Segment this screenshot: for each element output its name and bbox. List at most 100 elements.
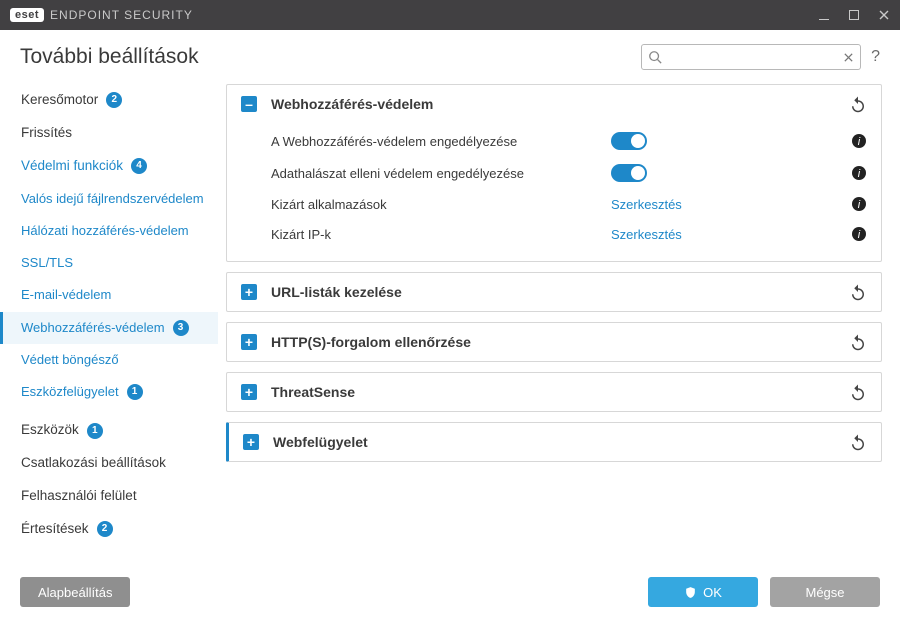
- toggle-switch[interactable]: [611, 164, 647, 182]
- sidebar-item-protections[interactable]: Védelmi funkciók 4: [0, 150, 218, 183]
- info-icon[interactable]: i: [851, 165, 867, 181]
- revert-icon[interactable]: [849, 283, 867, 301]
- count-badge: 1: [127, 384, 143, 400]
- info-icon[interactable]: i: [851, 226, 867, 242]
- close-button[interactable]: [878, 9, 890, 21]
- count-badge: 4: [131, 158, 147, 174]
- count-badge: 3: [173, 320, 189, 336]
- panel-web-access-protection: – Webhozzáférés-védelem A Webhozzáférés-…: [226, 84, 882, 262]
- sidebar-item-label: Értesítések: [21, 521, 89, 538]
- toggle-switch[interactable]: [611, 132, 647, 150]
- sidebar-item-label: Eszközök: [21, 422, 79, 439]
- cancel-button[interactable]: Mégse: [770, 577, 880, 607]
- search-clear-icon[interactable]: [843, 52, 854, 63]
- main-content: – Webhozzáférés-védelem A Webhozzáférés-…: [218, 80, 900, 556]
- sidebar-item-label: Keresőmotor: [21, 92, 98, 109]
- setting-row-excluded-ips: Kizárt IP-k Szerkesztés i: [271, 219, 867, 249]
- sidebar-item-label: E-mail-védelem: [21, 287, 111, 303]
- search-icon: [648, 50, 662, 64]
- sidebar-item-label: Felhasználói felület: [21, 488, 137, 505]
- minimize-button[interactable]: [818, 9, 830, 21]
- revert-icon[interactable]: [849, 95, 867, 113]
- sidebar-item-user-interface[interactable]: Felhasználói felület: [0, 480, 218, 513]
- setting-label: Kizárt IP-k: [271, 227, 611, 242]
- button-label: Mégse: [805, 585, 844, 600]
- sidebar-item-ssl-tls[interactable]: SSL/TLS: [0, 247, 218, 279]
- expand-icon[interactable]: +: [241, 384, 257, 400]
- sidebar-item-connection-settings[interactable]: Csatlakozási beállítások: [0, 447, 218, 480]
- setting-label: A Webhozzáférés-védelem engedélyezése: [271, 134, 611, 149]
- panel-body: A Webhozzáférés-védelem engedélyezése i …: [227, 123, 881, 261]
- sidebar-item-label: Csatlakozási beállítások: [21, 455, 166, 472]
- logo-badge: eset: [10, 8, 44, 22]
- sidebar-item-tools[interactable]: Eszközök 1: [0, 414, 218, 447]
- expand-icon[interactable]: +: [243, 434, 259, 450]
- revert-icon[interactable]: [849, 433, 867, 451]
- titlebar: eset ENDPOINT SECURITY: [0, 0, 900, 30]
- sidebar-item-email-protection[interactable]: E-mail-védelem: [0, 279, 218, 311]
- sidebar-item-label: Hálózati hozzáférés-védelem: [21, 223, 189, 239]
- panel-url-lists: + URL-listák kezelése: [226, 272, 882, 312]
- count-badge: 2: [106, 92, 122, 108]
- revert-icon[interactable]: [849, 383, 867, 401]
- search-input[interactable]: [662, 50, 843, 64]
- sidebar-item-web-access-protection[interactable]: Webhozzáférés-védelem 3: [0, 312, 218, 344]
- sidebar: Keresőmotor 2 Frissítés Védelmi funkciók…: [0, 80, 218, 556]
- setting-label: Adathalászat elleni védelem engedélyezés…: [271, 166, 611, 181]
- page-title: További beállítások: [20, 45, 199, 69]
- default-settings-button[interactable]: Alapbeállítás: [20, 577, 130, 607]
- panel-title: HTTP(S)-forgalom ellenőrzése: [271, 334, 849, 350]
- shield-icon: [684, 586, 697, 599]
- panel-header[interactable]: + URL-listák kezelése: [227, 273, 881, 311]
- sidebar-item-label: Védelmi funkciók: [21, 158, 123, 175]
- ok-button[interactable]: OK: [648, 577, 758, 607]
- maximize-button[interactable]: [848, 9, 860, 21]
- panel-title: Webhozzáférés-védelem: [271, 96, 849, 112]
- panel-threatsense: + ThreatSense: [226, 372, 882, 412]
- product-name: ENDPOINT SECURITY: [50, 8, 193, 22]
- sidebar-item-notifications[interactable]: Értesítések 2: [0, 513, 218, 546]
- setting-row-enable-web-protection: A Webhozzáférés-védelem engedélyezése i: [271, 125, 867, 157]
- sidebar-item-network-access[interactable]: Hálózati hozzáférés-védelem: [0, 215, 218, 247]
- sidebar-item-update[interactable]: Frissítés: [0, 117, 218, 150]
- sidebar-item-label: Valós idejű fájlrendszervédelem: [21, 191, 204, 207]
- sidebar-item-engine[interactable]: Keresőmotor 2: [0, 84, 218, 117]
- sidebar-item-label: Webhozzáférés-védelem: [21, 320, 165, 336]
- panel-title: Webfelügyelet: [273, 434, 849, 450]
- panel-title: ThreatSense: [271, 384, 849, 400]
- help-icon[interactable]: ?: [871, 48, 880, 66]
- panel-header[interactable]: + Webfelügyelet: [229, 423, 881, 461]
- info-icon[interactable]: i: [851, 196, 867, 212]
- count-badge: 1: [87, 423, 103, 439]
- revert-icon[interactable]: [849, 333, 867, 351]
- footer: Alapbeállítás OK Mégse: [0, 564, 900, 620]
- panel-header[interactable]: + ThreatSense: [227, 373, 881, 411]
- expand-icon[interactable]: +: [241, 284, 257, 300]
- collapse-icon[interactable]: –: [241, 96, 257, 112]
- expand-icon[interactable]: +: [241, 334, 257, 350]
- panel-header[interactable]: + HTTP(S)-forgalom ellenőrzése: [227, 323, 881, 361]
- sidebar-item-label: Eszközfelügyelet: [21, 384, 119, 400]
- sidebar-item-realtime-fs[interactable]: Valós idejű fájlrendszervédelem: [0, 183, 218, 215]
- window-controls: [818, 9, 890, 21]
- app-logo: eset ENDPOINT SECURITY: [10, 8, 193, 22]
- setting-row-excluded-apps: Kizárt alkalmazások Szerkesztés i: [271, 189, 867, 219]
- sidebar-item-label: Frissítés: [21, 125, 72, 142]
- info-icon[interactable]: i: [851, 133, 867, 149]
- sidebar-item-label: SSL/TLS: [21, 255, 73, 271]
- panel-https-traffic: + HTTP(S)-forgalom ellenőrzése: [226, 322, 882, 362]
- page-header: További beállítások ?: [0, 30, 900, 80]
- search-box[interactable]: [641, 44, 861, 70]
- setting-label: Kizárt alkalmazások: [271, 197, 611, 212]
- count-badge: 2: [97, 521, 113, 537]
- panel-title: URL-listák kezelése: [271, 284, 849, 300]
- sidebar-item-device-control[interactable]: Eszközfelügyelet 1: [0, 376, 218, 408]
- sidebar-item-label: Védett böngésző: [21, 352, 119, 368]
- button-label: Alapbeállítás: [38, 585, 112, 600]
- panel-header[interactable]: – Webhozzáférés-védelem: [227, 85, 881, 123]
- edit-link[interactable]: Szerkesztés: [611, 227, 682, 242]
- panel-web-monitoring: + Webfelügyelet: [226, 422, 882, 462]
- button-label: OK: [703, 585, 722, 600]
- edit-link[interactable]: Szerkesztés: [611, 197, 682, 212]
- sidebar-item-protected-browser[interactable]: Védett böngésző: [0, 344, 218, 376]
